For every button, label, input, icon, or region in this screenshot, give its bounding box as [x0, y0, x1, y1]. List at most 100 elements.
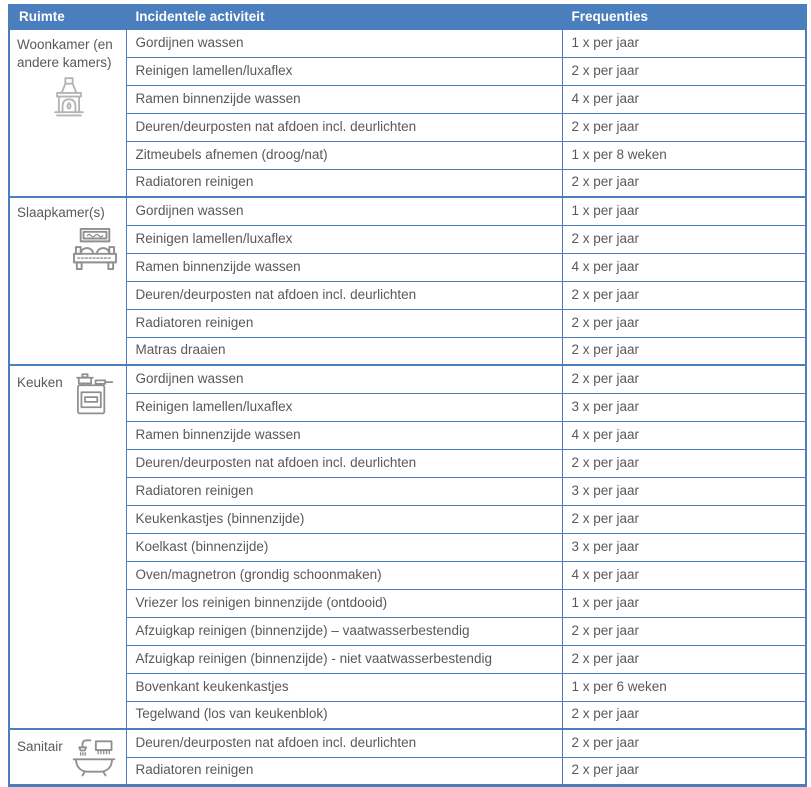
table-row: Keukenkastjes (binnenzijde) 2 x per jaar [9, 504, 807, 534]
activity-cell: Ramen binnenzijde wassen [125, 252, 563, 282]
activity-cell: Radiatoren reinigen [125, 756, 563, 786]
table-row: Koelkast (binnenzijde) 3 x per jaar [9, 532, 807, 562]
activity-cell: Zitmeubels afnemen (droog/nat) [125, 140, 563, 170]
room-cell-woonkamer-en-andere-kamers: Woonkamer (en andere kamers) [8, 28, 127, 198]
room-label: Slaapkamer(s) [17, 205, 105, 220]
activity-cell: Bovenkant keukenkastjes [125, 672, 563, 702]
activity-cell: Ramen binnenzijde wassen [125, 420, 563, 450]
activity-cell: Afzuigkap reinigen (binnenzijde) – vaatw… [125, 616, 563, 646]
frequency-cell: 4 x per jaar [561, 560, 807, 590]
frequency-cell: 2 x per jaar [561, 364, 807, 394]
frequency-cell: 2 x per jaar [561, 504, 807, 534]
table-row: Sanitair Deuren/deurposten nat afdoen inc… [8, 728, 807, 786]
table-row: Ramen binnenzijde wassen 4 x per jaar [9, 420, 807, 450]
activity-cell: Matras draaien [125, 336, 563, 366]
column-header-activiteit: Incidentele activiteit [125, 4, 563, 30]
frequency-cell: 3 x per jaar [561, 532, 807, 562]
header-row: Ruimte Incidentele activiteit Frequentie… [8, 4, 807, 30]
table-row: Bovenkant keukenkastjes 1 x per 6 weken [9, 672, 807, 702]
room-cell-slaapkamer-s: Slaapkamer(s) [8, 196, 127, 366]
table-row: Reinigen lamellen/luxaflex 3 x per jaar [9, 392, 807, 422]
table-row: Afzuigkap reinigen (binnenzijde) - niet … [9, 644, 807, 674]
table-row: Ramen binnenzijde wassen 4 x per jaar [9, 252, 807, 282]
table-row: Tegelwand (los van keukenblok) 2 x per ja… [9, 700, 807, 730]
room-cell-content: Sanitair [17, 736, 122, 777]
activity-cell: Deuren/deurposten nat afdoen incl. deurl… [125, 280, 563, 310]
activity-cell: Reinigen lamellen/luxaflex [125, 56, 563, 86]
activity-cell: Deuren/deurposten nat afdoen incl. deurl… [125, 448, 563, 478]
cleaning-frequency-table-wrapper: Ruimte Incidentele activiteit Frequentie… [0, 0, 811, 787]
frequency-cell: 2 x per jaar [561, 112, 807, 142]
table-row: Ramen binnenzijde wassen 4 x per jaar [9, 84, 807, 114]
frequency-cell: 1 x per jaar [561, 196, 807, 226]
activity-cell: Deuren/deurposten nat afdoen incl. deurl… [125, 112, 563, 142]
table-row: Matras draaien 2 x per jaar [9, 336, 807, 366]
table-body: Woonkamer (en andere kamers) Gordijnen wa… [8, 28, 807, 786]
frequency-cell: 2 x per jaar [561, 168, 807, 198]
table-row: Reinigen lamellen/luxaflex 2 x per jaar [9, 56, 807, 86]
room-cell-content: Keuken [17, 372, 122, 416]
activity-cell: Oven/magnetron (grondig schoonmaken) [125, 560, 563, 590]
table-row: Deuren/deurposten nat afdoen incl. deurl… [9, 448, 807, 478]
activity-cell: Afzuigkap reinigen (binnenzijde) - niet … [125, 644, 563, 674]
table-row: Reinigen lamellen/luxaflex 2 x per jaar [9, 224, 807, 254]
frequency-cell: 3 x per jaar [561, 392, 807, 422]
bed-icon [17, 227, 122, 270]
activity-cell: Reinigen lamellen/luxaflex [125, 224, 563, 254]
room-label: Woonkamer (en andere kamers) [17, 37, 113, 70]
activity-cell: Reinigen lamellen/luxaflex [125, 392, 563, 422]
activity-cell: Radiatoren reinigen [125, 308, 563, 338]
table-row: Woonkamer (en andere kamers) Gordijnen wa… [8, 28, 807, 198]
frequency-cell: 3 x per jaar [561, 476, 807, 506]
room-cell-keuken: Keuken [8, 364, 127, 730]
activity-cell: Radiatoren reinigen [125, 476, 563, 506]
bathtub-icon [70, 736, 118, 777]
stove-icon [70, 372, 114, 416]
frequency-cell: 2 x per jaar [561, 644, 807, 674]
room-cell-content: Slaapkamer(s) [17, 204, 122, 270]
fireplace-icon [17, 77, 122, 118]
cleaning-frequency-table: Ruimte Incidentele activiteit Frequentie… [8, 4, 807, 787]
frequency-cell: 2 x per jaar [561, 616, 807, 646]
frequency-cell: 1 x per 8 weken [561, 140, 807, 170]
frequency-cell: 4 x per jaar [561, 84, 807, 114]
frequency-cell: 2 x per jaar [561, 56, 807, 86]
frequency-cell: 2 x per jaar [561, 308, 807, 338]
column-header-ruimte: Ruimte [8, 4, 127, 30]
table-row: Deuren/deurposten nat afdoen incl. deurl… [9, 112, 807, 142]
frequency-cell: 1 x per 6 weken [561, 672, 807, 702]
activity-cell: Gordijnen wassen [125, 364, 563, 394]
frequency-cell: 1 x per jaar [561, 588, 807, 618]
frequency-cell: 2 x per jaar [561, 728, 807, 758]
table-row: Radiatoren reinigen 2 x per jaar [9, 168, 807, 198]
activity-cell: Ramen binnenzijde wassen [125, 84, 563, 114]
frequency-cell: 2 x per jaar [561, 700, 807, 730]
table-row: Radiatoren reinigen 2 x per jaar [9, 308, 807, 338]
frequency-cell: 2 x per jaar [561, 756, 807, 786]
room-cell-content: Woonkamer (en andere kamers) [17, 36, 122, 118]
frequency-cell: 2 x per jaar [561, 336, 807, 366]
frequency-cell: 4 x per jaar [561, 420, 807, 450]
frequency-cell: 1 x per jaar [561, 28, 807, 58]
table-row: Oven/magnetron (grondig schoonmaken) 4 x … [9, 560, 807, 590]
activity-cell: Keukenkastjes (binnenzijde) [125, 504, 563, 534]
column-header-frequenties: Frequenties [561, 4, 807, 30]
room-label: Sanitair [17, 739, 63, 754]
activity-cell: Radiatoren reinigen [125, 168, 563, 198]
table-row: Radiatoren reinigen 2 x per jaar [9, 756, 807, 786]
activity-cell: Vriezer los reinigen binnenzijde (ontdoo… [125, 588, 563, 618]
table-row: Zitmeubels afnemen (droog/nat) 1 x per 8 … [9, 140, 807, 170]
frequency-cell: 2 x per jaar [561, 448, 807, 478]
table-row: Deuren/deurposten nat afdoen incl. deurl… [9, 280, 807, 310]
activity-cell: Deuren/deurposten nat afdoen incl. deurl… [125, 728, 563, 758]
table-row: Keuken Gordijnen wassen 2 x per jaar [8, 364, 807, 730]
activity-cell: Gordijnen wassen [125, 28, 563, 58]
frequency-cell: 4 x per jaar [561, 252, 807, 282]
table-row: Slaapkamer(s) Gordijnen wassen 1 x per jaa… [8, 196, 807, 366]
activity-cell: Tegelwand (los van keukenblok) [125, 700, 563, 730]
table-row: Radiatoren reinigen 3 x per jaar [9, 476, 807, 506]
room-label: Keuken [17, 375, 63, 390]
activity-cell: Koelkast (binnenzijde) [125, 532, 563, 562]
table-row: Vriezer los reinigen binnenzijde (ontdoo… [9, 588, 807, 618]
activity-cell: Gordijnen wassen [125, 196, 563, 226]
